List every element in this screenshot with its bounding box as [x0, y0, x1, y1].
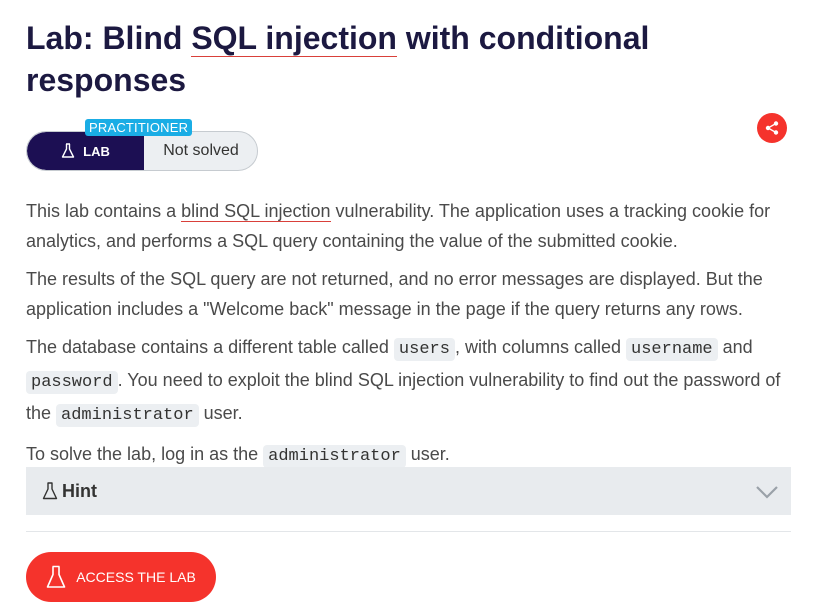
text: The database contains a different table … — [26, 337, 394, 357]
text: This lab contains a — [26, 201, 182, 221]
lab-status-widget: LAB Not solved PRACTITIONER — [26, 119, 258, 171]
access-lab-button[interactable]: ACCESS THE LAB — [26, 552, 216, 602]
access-lab-label: ACCESS THE LAB — [76, 569, 196, 585]
code-administrator: administrator — [263, 445, 406, 468]
text: To solve the lab, log in as the — [26, 444, 264, 464]
description-paragraph: This lab contains a blind SQL injection … — [26, 196, 791, 256]
text: user. — [198, 403, 243, 423]
lab-label-text: LAB — [83, 143, 110, 159]
code-administrator: administrator — [56, 404, 199, 427]
lab-status-text: Not solved — [163, 142, 239, 159]
description-paragraph: The results of the SQL query are not ret… — [26, 269, 763, 319]
lab-badge: LAB Not solved — [26, 131, 258, 171]
flask-icon — [61, 143, 75, 158]
share-button[interactable] — [757, 113, 787, 143]
code-users: users — [393, 338, 455, 361]
title-sql-injection-link[interactable]: SQL injection — [191, 20, 397, 57]
flask-icon — [46, 565, 66, 588]
page-title: Lab: Blind SQL injection with conditiona… — [26, 17, 746, 101]
hint-toggle[interactable]: Hint — [26, 467, 791, 515]
lab-description: This lab contains a blind SQL injection … — [26, 196, 791, 480]
blind-sql-injection-link[interactable]: blind SQL injection — [181, 201, 331, 222]
hint-label: Hint — [62, 480, 97, 501]
level-badge: PRACTITIONER — [85, 119, 193, 136]
flask-icon — [42, 482, 58, 500]
divider — [26, 531, 791, 532]
text: , with columns called — [454, 337, 627, 357]
share-icon — [765, 121, 779, 135]
title-prefix: Lab: Blind — [26, 20, 192, 56]
lab-type-label: LAB — [27, 132, 144, 170]
code-password: password — [26, 371, 118, 394]
chevron-down-icon — [756, 486, 778, 499]
description-paragraph: The database contains a different table … — [26, 332, 791, 431]
code-username: username — [626, 338, 718, 361]
text: and — [717, 337, 753, 357]
text: user. — [405, 444, 450, 464]
